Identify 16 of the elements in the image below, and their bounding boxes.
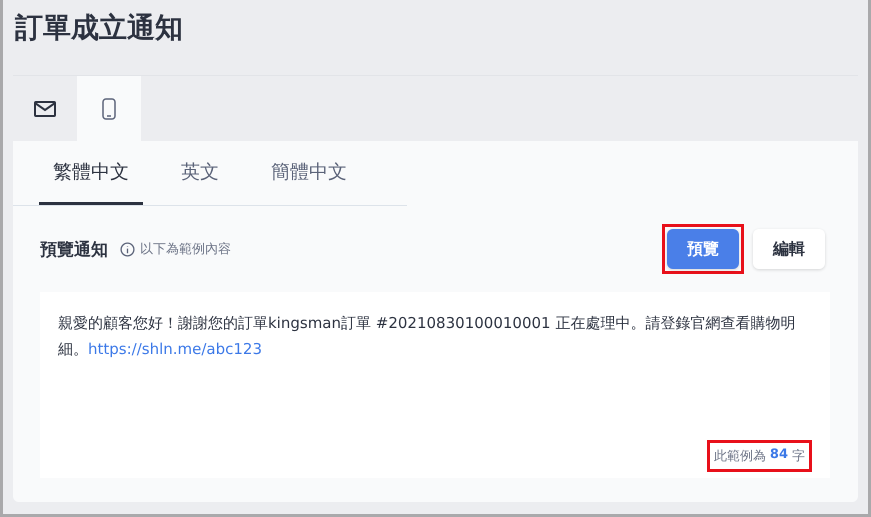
counter-label: 此範例為 — [712, 448, 767, 466]
envelope-icon — [34, 100, 56, 116]
language-tab[interactable]: 繁體中文 — [39, 141, 143, 205]
counter-unit: 字 — [791, 448, 806, 466]
link[interactable]: https://shln.me/abc123 — [88, 340, 262, 358]
page-title: 訂單成立通知 — [15, 10, 184, 46]
section-heading: 預覽通知 — [40, 238, 108, 260]
edit-button[interactable]: 編輯 — [753, 229, 825, 269]
message-text: 親愛的顧客您好！謝謝您的訂單kingsman訂單 #20210830100010001 正在處理中。請登錄官網查看購物明細。https://shln.me/abc123 — [58, 313, 796, 360]
preview-button[interactable]: 預覽 — [667, 229, 739, 269]
language-tab[interactable]: 簡體中文 — [257, 141, 361, 205]
info-icon — [120, 242, 135, 256]
phone-icon — [102, 98, 116, 120]
language-tab[interactable]: 英文 — [167, 141, 233, 205]
hint-text: 以下為範例內容 — [140, 241, 231, 258]
character-count: 84 — [768, 446, 789, 464]
